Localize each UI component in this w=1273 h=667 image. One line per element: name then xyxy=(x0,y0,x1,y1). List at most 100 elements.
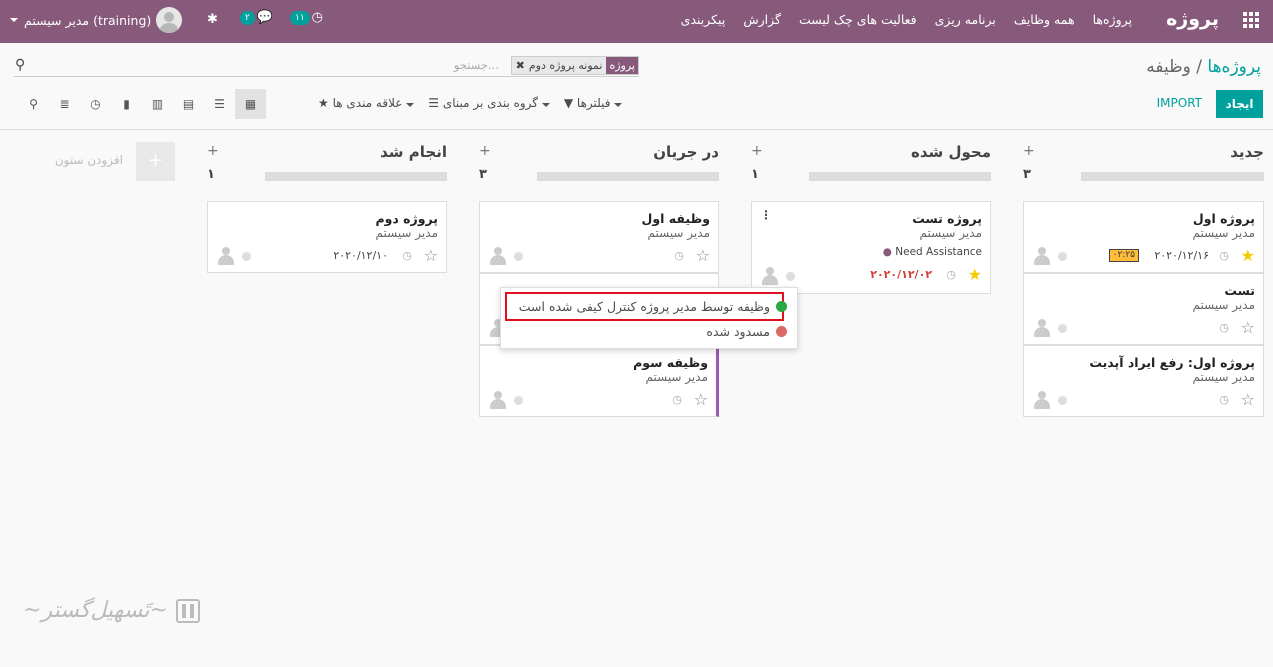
kanban-card[interactable]: ⋮ پروژه تست مدیر سیستم ● Need Assistance… xyxy=(751,201,991,294)
kanban-card[interactable]: وظیفه سوم مدیر سیستم ☆ ◷ xyxy=(479,345,719,417)
view-switcher: ▦ ☰ ▤ ▥ ▮ ◷ ≣ ⚲ xyxy=(18,89,266,119)
search-input[interactable]: جستجو... xyxy=(454,58,499,72)
watermark-text-icon: ~تَسهیل‌گستر~ xyxy=(23,598,168,623)
chat-badge: ۲ xyxy=(240,10,255,25)
groupby-dropdown[interactable]: ☰ گروه بندی بر مبنای xyxy=(428,96,550,110)
gantt-view-icon[interactable]: ≣ xyxy=(49,89,80,119)
column-progress-bar[interactable] xyxy=(1081,172,1264,181)
column-title[interactable]: جدید xyxy=(1230,143,1264,161)
column-title[interactable]: در جریان xyxy=(653,143,719,161)
card-timer: ۰۲:۲۵ xyxy=(1108,249,1139,262)
kanban-state-icon[interactable] xyxy=(786,272,795,281)
menu-item-planning[interactable]: برنامه ریزی xyxy=(935,12,996,27)
kanban-state-icon[interactable] xyxy=(514,252,523,261)
calendar-view-icon[interactable]: ▤ xyxy=(173,89,204,119)
menu-item-all-tasks[interactable]: همه وظایف xyxy=(1014,12,1075,27)
quick-create-icon[interactable]: + xyxy=(207,143,219,159)
activity-clock-icon[interactable]: ◷ xyxy=(674,249,684,262)
top-navbar: پروژه پروژه‌ها همه وظایف برنامه ریزی فعا… xyxy=(0,0,1273,43)
activity-menu[interactable]: ۱۱ ◷ xyxy=(290,10,323,25)
column-header-assigned: محول شده + ۱ xyxy=(751,131,991,182)
menu-item-checklist-activities[interactable]: فعالیت های چک لیست xyxy=(799,12,917,27)
breadcrumb-separator: / xyxy=(1196,57,1202,77)
card-user: مدیر سیستم xyxy=(647,226,711,240)
card-menu-icon[interactable]: ⋮ xyxy=(760,208,772,222)
kanban-state-icon[interactable] xyxy=(514,396,523,405)
activity-clock-icon[interactable]: ◷ xyxy=(672,393,682,406)
activity-view-icon[interactable]: ◷ xyxy=(80,89,111,119)
kanban-card[interactable]: پروژه اول مدیر سیستم ★ ◷ ۲۰۲۰/۱۲/۱۶ ۰۲:۲… xyxy=(1023,201,1264,273)
activity-clock-icon[interactable]: ◷ xyxy=(402,249,412,262)
quick-create-icon[interactable]: + xyxy=(1023,143,1035,159)
quick-create-icon[interactable]: + xyxy=(479,143,491,159)
column-count: ۳ xyxy=(1023,167,1031,182)
state-option-blocked[interactable]: مسدود شده xyxy=(706,324,787,339)
priority-star-icon[interactable]: ☆ xyxy=(696,246,710,265)
messaging-menu[interactable]: ۲ 💬 xyxy=(240,10,273,25)
user-menu[interactable]: مدیر سیستم (training) xyxy=(10,7,183,33)
kanban-state-icon[interactable] xyxy=(1058,252,1067,261)
column-progress-bar[interactable] xyxy=(809,172,991,181)
breadcrumb-projects-link[interactable]: پروژه‌ها xyxy=(1207,57,1261,77)
kanban-state-icon[interactable] xyxy=(1058,324,1067,333)
column-progress-bar[interactable] xyxy=(265,172,447,181)
menu-item-projects[interactable]: پروژه‌ها xyxy=(1093,12,1132,27)
watermark-logo: ~تَسهیل‌گستر~ xyxy=(23,598,200,623)
kanban-card[interactable]: پروژه اول: رفع ایراد آپدیت مدیر سیستم ☆ … xyxy=(1023,345,1264,417)
priority-star-icon[interactable]: ☆ xyxy=(694,390,708,409)
column-progress-bar[interactable] xyxy=(537,172,719,181)
card-user: مدیر سیستم xyxy=(919,226,983,240)
priority-star-icon[interactable]: ☆ xyxy=(1241,390,1255,409)
quick-create-icon[interactable]: + xyxy=(751,143,763,159)
kanban-card[interactable]: تست مدیر سیستم ☆ ◷ xyxy=(1023,273,1264,345)
menu-item-reporting[interactable]: گزارش xyxy=(743,12,781,27)
filters-dropdown[interactable]: ▼ فیلترها xyxy=(564,96,623,110)
logo-icon xyxy=(175,598,200,623)
kanban-state-icon[interactable] xyxy=(242,252,251,261)
priority-star-icon[interactable]: ★ xyxy=(968,265,982,284)
add-column-button[interactable]: + افزودن ستون xyxy=(54,142,175,181)
column-count: ۱ xyxy=(751,167,759,182)
activity-clock-icon[interactable]: ◷ xyxy=(1219,249,1229,262)
kanban-view-icon[interactable]: ▦ xyxy=(235,89,266,119)
menu-item-configuration[interactable]: پیکربندی xyxy=(681,12,726,27)
assignee-avatar xyxy=(1033,247,1051,265)
facet-label: پروژه xyxy=(606,57,638,74)
activity-clock-icon[interactable]: ◷ xyxy=(1219,393,1229,406)
app-brand[interactable]: پروژه xyxy=(1166,8,1219,30)
assignee-avatar xyxy=(489,391,507,409)
kanban-card[interactable]: وظیفه اول مدیر سیستم ☆ ◷ xyxy=(479,201,719,273)
kanban-card[interactable]: پروژه دوم مدیر سیستم ☆ ◷ ۲۰۲۰/۱۲/۱۰ xyxy=(207,201,447,273)
remove-facet-icon[interactable]: ✖ xyxy=(516,57,525,74)
card-tag: ● Need Assistance xyxy=(882,246,982,258)
priority-star-icon[interactable]: ☆ xyxy=(424,246,438,265)
search-icon[interactable]: ⚲ xyxy=(15,57,25,73)
kanban-state-icon[interactable] xyxy=(1058,396,1067,405)
card-title: وظیفه اول xyxy=(641,211,710,226)
favorites-dropdown[interactable]: ★ علاقه مندی ها xyxy=(318,96,415,110)
pivot-view-icon[interactable]: ▥ xyxy=(142,89,173,119)
create-button[interactable]: ایجاد xyxy=(1216,90,1263,118)
column-title[interactable]: محول شده xyxy=(911,143,991,161)
user-name: مدیر سیستم (training) xyxy=(24,12,152,28)
apps-menu-icon[interactable] xyxy=(1243,12,1259,28)
column-title[interactable]: انجام شد xyxy=(380,143,447,161)
state-option-ready[interactable]: وظیفه توسط مدیر پروژه کنترل کیفی شده است xyxy=(519,299,787,314)
card-title: پروژه اول: رفع ایراد آپدیت xyxy=(1089,355,1255,370)
card-title: پروژه تست xyxy=(912,211,982,226)
card-deadline: ۲۰۲۰/۱۲/۰۲ xyxy=(870,268,932,281)
main-menu: پروژه‌ها همه وظایف برنامه ریزی فعالیت ها… xyxy=(681,12,1132,27)
search-bar[interactable]: ⚲ جستجو... پروژه نمونه پروژه دوم ✖ xyxy=(14,55,639,77)
list-view-icon[interactable]: ☰ xyxy=(204,89,235,119)
activity-clock-icon[interactable]: ◷ xyxy=(1219,321,1229,334)
add-column-label: افزودن ستون xyxy=(54,153,123,167)
priority-star-icon[interactable]: ☆ xyxy=(1241,318,1255,337)
debug-bug-icon[interactable]: ✱ xyxy=(207,12,218,27)
activity-clock-icon[interactable]: ◷ xyxy=(946,268,956,281)
map-view-icon[interactable]: ⚲ xyxy=(18,89,49,119)
card-title: تست xyxy=(1224,283,1255,298)
import-button[interactable]: IMPORT xyxy=(1157,96,1202,110)
assignee-avatar xyxy=(217,247,235,265)
priority-star-icon[interactable]: ★ xyxy=(1241,246,1255,265)
graph-view-icon[interactable]: ▮ xyxy=(111,89,142,119)
